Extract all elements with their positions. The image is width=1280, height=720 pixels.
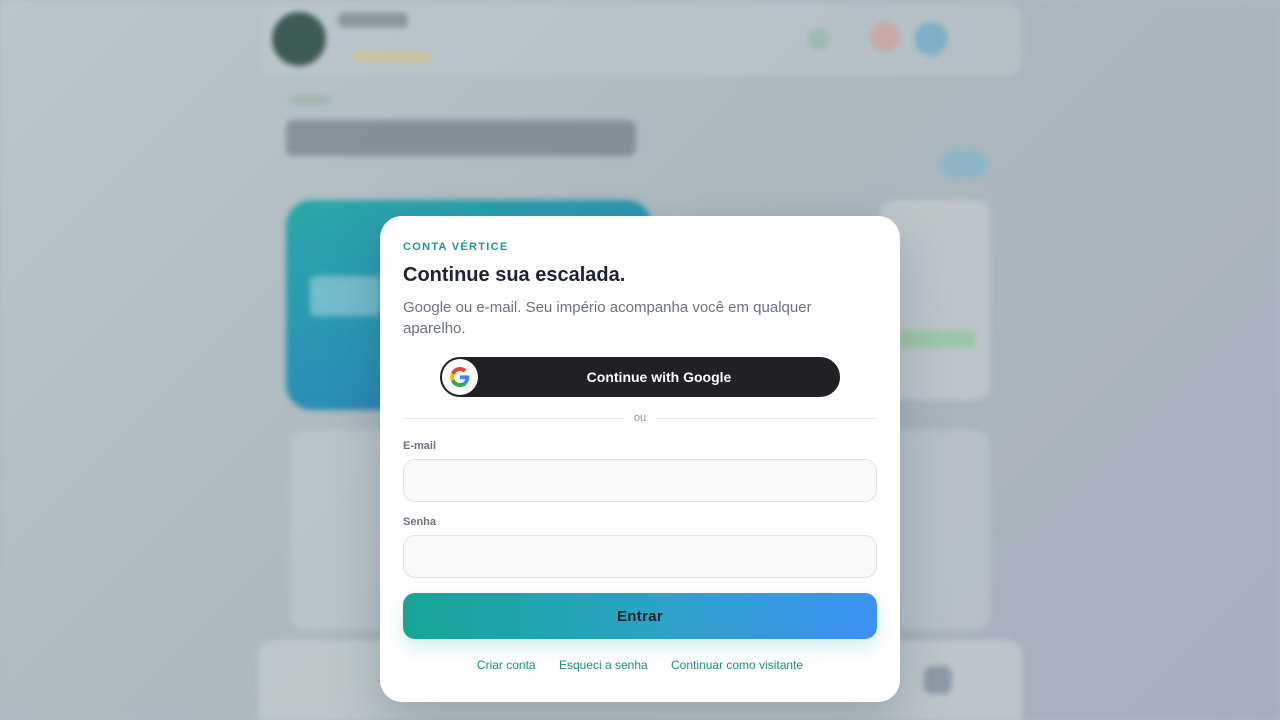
- forgot-password-link[interactable]: Esqueci a senha: [559, 658, 648, 672]
- create-account-link[interactable]: Criar conta: [477, 658, 536, 672]
- modal-title: Continue sua escalada.: [403, 264, 626, 286]
- password-label: Senha: [403, 516, 437, 528]
- password-field[interactable]: [403, 535, 877, 578]
- google-g-icon: [442, 359, 478, 395]
- modal-description: Google ou e-mail. Seu império acompanha …: [403, 299, 812, 337]
- bg-page-title: [286, 120, 636, 156]
- google-button-label: Continue with Google: [586, 369, 732, 385]
- bg-side-bar: [900, 330, 976, 348]
- divider: ou: [403, 410, 877, 426]
- divider-text: ou: [633, 412, 647, 424]
- modal-eyebrow: CONTA VÉRTICE: [403, 241, 509, 253]
- bg-icon: [870, 22, 900, 52]
- avatar: [272, 12, 326, 66]
- email-field[interactable]: [403, 459, 877, 502]
- bg-nav-icon: [924, 666, 952, 694]
- bg-icon: [914, 22, 948, 56]
- submit-button[interactable]: Entrar: [403, 593, 877, 639]
- email-label: E-mail: [403, 440, 437, 452]
- footer-links: Criar conta Esqueci a senha Continuar co…: [380, 658, 900, 672]
- bg-pill: [940, 150, 988, 178]
- login-modal: CONTA VÉRTICE Continue sua escalada. Goo…: [380, 216, 900, 702]
- divider-line: [656, 417, 877, 419]
- bg-breadcrumb: [290, 96, 330, 104]
- bg-username: [338, 12, 408, 28]
- google-signin-button[interactable]: Continue with Google: [440, 357, 840, 397]
- bg-coins: [352, 52, 432, 62]
- bg-hero-text: [310, 276, 380, 316]
- divider-line: [403, 417, 624, 419]
- guest-link[interactable]: Continuar como visitante: [671, 658, 803, 672]
- bg-icon: [808, 28, 830, 50]
